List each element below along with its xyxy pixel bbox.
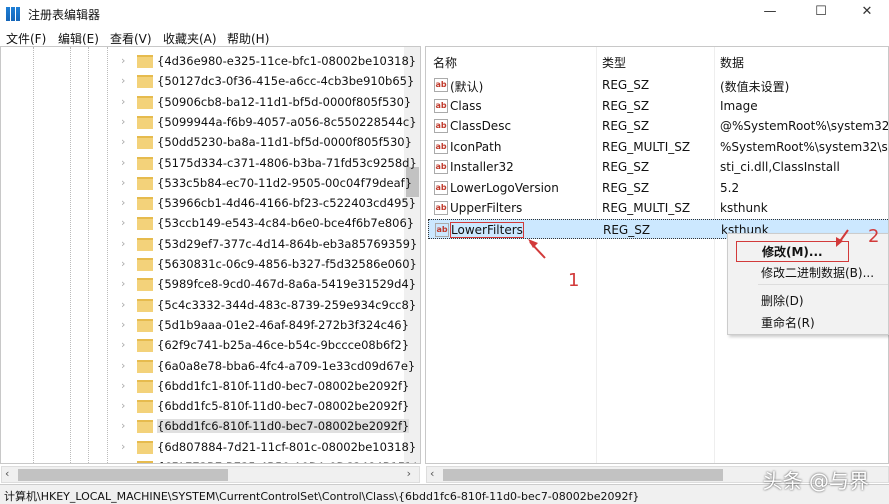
- annotation-2: 2: [868, 226, 880, 247]
- status-bar: 计算机\HKEY_LOCAL_MACHINE\SYSTEM\CurrentCon…: [0, 484, 889, 504]
- annotation-1: 1: [568, 270, 580, 291]
- watermark: 头条 @与界: [762, 469, 869, 493]
- annotation-arrows: [528, 229, 849, 259]
